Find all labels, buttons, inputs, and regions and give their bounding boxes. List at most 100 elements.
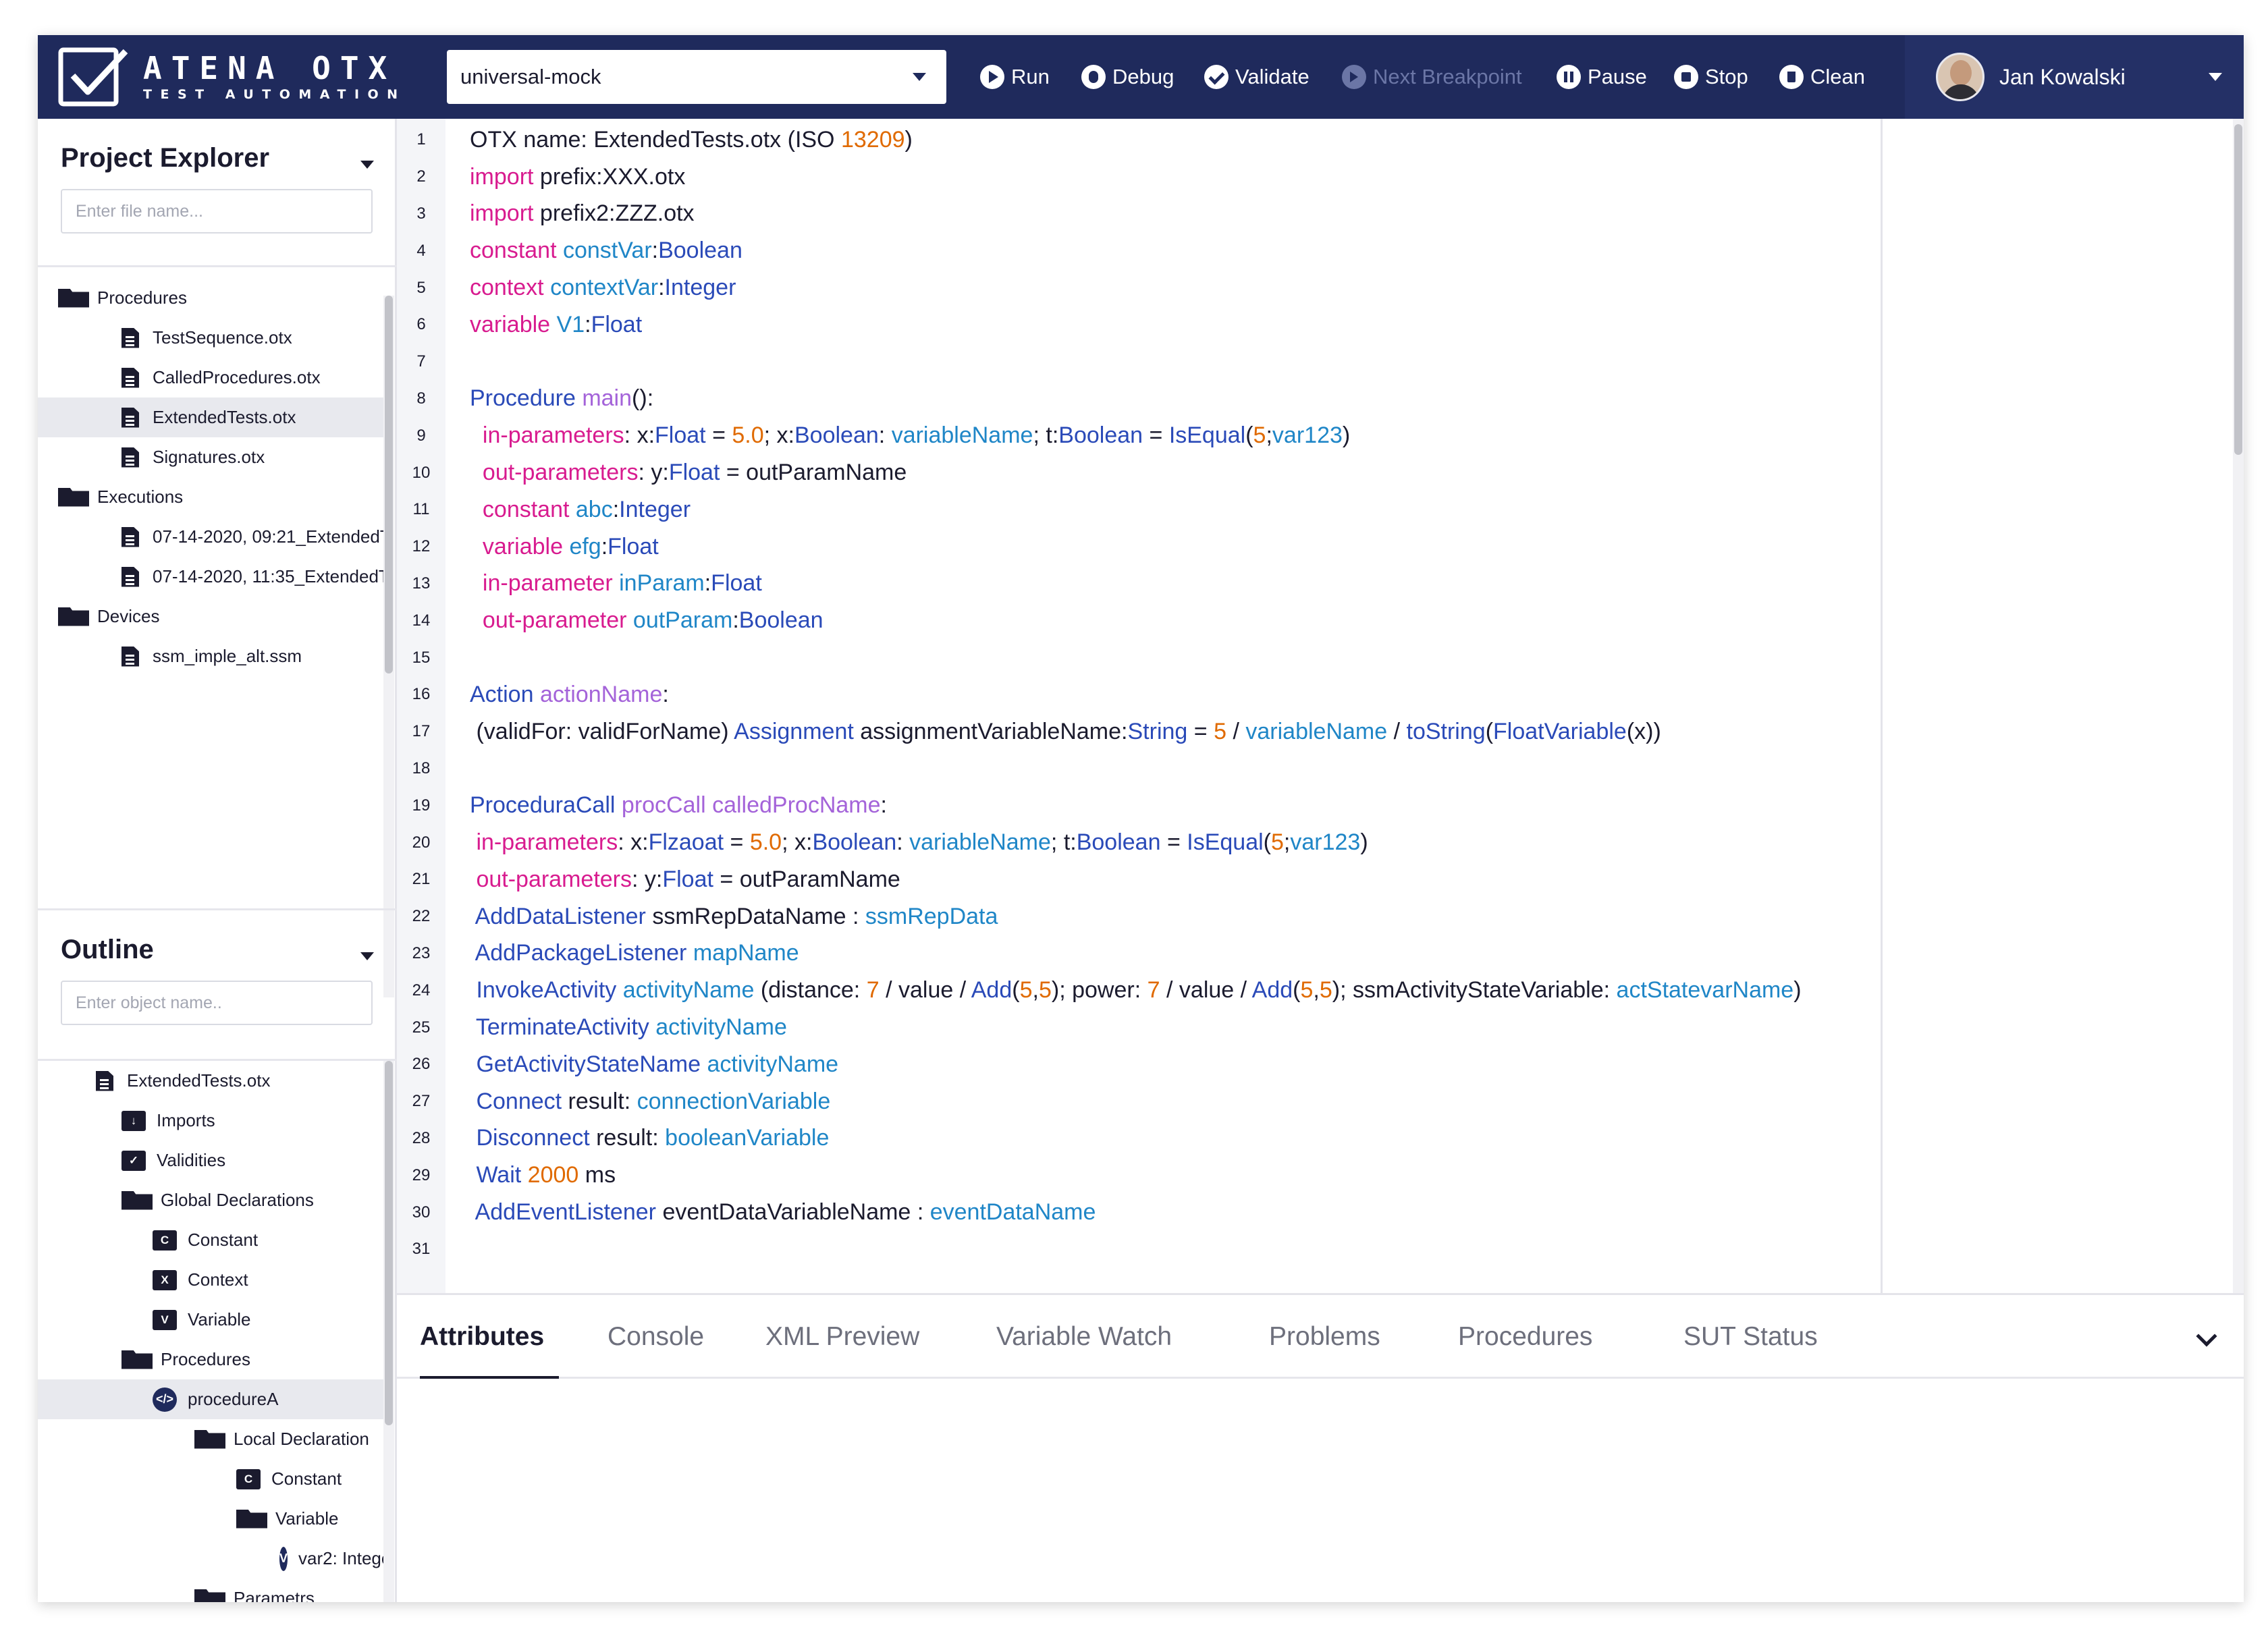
code-line[interactable]: 19 ProceduraCall procCall calledProcName: [397,787,1881,824]
folder-open-icon [122,1190,153,1210]
code-line[interactable]: 11 constant abc:Integer [397,491,1881,528]
code-line[interactable]: 14 out-parameter outParam:Boolean [397,602,1881,639]
next-breakpoint-button[interactable]: Next Breakpoint [1342,50,1522,104]
code-line[interactable]: 29 Wait 2000 ms [397,1157,1881,1194]
code-line[interactable]: 7 [397,344,1881,381]
editor-scrollbar[interactable] [2233,119,2244,1293]
project-explorer-scrollbar[interactable] [383,296,394,997]
line-number: 28 [412,1128,431,1147]
code-line[interactable]: 16 Action actionName: [397,676,1881,713]
code-line[interactable]: 18 [397,750,1881,788]
tree-item[interactable]: </> procedureA [38,1379,383,1419]
clean-button[interactable]: Clean [1779,50,1865,104]
validate-label: Validate [1235,65,1310,88]
tree-item[interactable]: Devices [38,597,383,636]
tree-item[interactable]: Vvar2: Integer [38,1539,383,1578]
chevron-down-icon[interactable] [360,161,374,169]
tree-item-label: Local Declaration [234,1429,369,1449]
tab-problems[interactable]: Problems [1269,1295,1380,1379]
line-number: 24 [412,981,431,999]
code-line[interactable]: 20 in-parameters: x:Flzaoat = 5.0; x:Boo… [397,824,1881,861]
tree-item[interactable]: CalledProcedures.otx [38,358,383,397]
code-line[interactable]: 3 import prefix2:ZZZ.otx [397,196,1881,233]
tree-item[interactable]: C Constant [38,1459,383,1499]
tree-item[interactable]: V Variable [38,1300,383,1340]
scrollbar-thumb[interactable] [385,1061,393,1425]
code-line[interactable]: 21 out-parameters: y:Float = outParamNam… [397,861,1881,898]
tab-sut-status[interactable]: SUT Status [1683,1295,1818,1379]
code-line[interactable]: 30 AddEventListener eventDataVariableNam… [397,1194,1881,1231]
tab-variable-watch[interactable]: Variable Watch [996,1295,1172,1379]
bug-icon [1081,65,1106,89]
outline-scrollbar[interactable] [383,1061,394,1602]
pause-button[interactable]: Pause [1557,50,1647,104]
code-text: in-parameter inParam:Float [482,570,762,597]
chevron-down-icon[interactable] [360,952,374,960]
code-line[interactable]: 25 TerminateActivity activityName [397,1009,1881,1046]
code-line[interactable]: 10 out-parameters: y:Float = outParamNam… [397,454,1881,491]
logo-title: ATENA OTX [143,50,397,86]
tab-xml-preview[interactable]: XML Preview [765,1295,919,1379]
tree-item[interactable]: Procedures [38,278,383,318]
code-line[interactable]: 15 [397,639,1881,676]
tree-item[interactable]: 07-14-2020, 11:35_ExtendedTes [38,557,383,597]
folder-open-icon [58,487,89,507]
user-menu[interactable]: Jan Kowalski [1905,35,2244,119]
code-line[interactable]: 2 import prefix:XXX.otx [397,159,1881,196]
folder-open-icon [194,1429,225,1449]
tree-item[interactable]: TestSequence.otx [38,318,383,358]
tree-item[interactable]: ssm_imple_alt.ssm [38,636,383,676]
code-text: out-parameter outParam:Boolean [482,607,824,634]
tree-item[interactable]: Parametrs [38,1578,383,1602]
file-icon [122,367,139,388]
scrollbar-thumb[interactable] [2234,124,2242,455]
code-line[interactable]: 31 [397,1231,1881,1268]
bottom-panel: Attributes Console XML Preview Variable Wat… [397,1293,2244,1602]
tree-item[interactable]: ↓ Imports [38,1101,383,1141]
code-line[interactable]: 8 Procedure main(): [397,381,1881,418]
tree-item[interactable]: ✓ Validities [38,1141,383,1180]
code-line[interactable]: 24 InvokeActivity activityName (distance… [397,972,1881,1009]
tree-item[interactable]: 07-14-2020, 09:21_ExtendedTes [38,517,383,557]
debug-button[interactable]: Debug [1081,50,1174,104]
code-line[interactable]: 6 variable V1:Float [397,306,1881,344]
tree-item[interactable]: ExtendedTests.otx [38,1061,383,1101]
tree-item[interactable]: Signatures.otx [38,437,383,477]
code-line[interactable]: 1 OTX name: ExtendedTests.otx (ISO 13209) [397,121,1881,159]
code-line[interactable]: 27 Connect result: connectionVariable [397,1083,1881,1120]
tab-attributes[interactable]: Attributes [420,1295,544,1379]
code-line[interactable]: 17 (validFor: validForName) Assignment a… [397,713,1881,750]
tab-procedures[interactable]: Procedures [1458,1295,1592,1379]
tree-item[interactable]: Procedures [38,1340,383,1379]
tree-item[interactable]: C Constant [38,1220,383,1260]
tree-item[interactable]: X Context [38,1260,383,1300]
tree-item[interactable]: ExtendedTests.otx [38,397,383,437]
code-line[interactable]: 9 in-parameters: x:Float = 5.0; x:Boolea… [397,417,1881,454]
code-editor[interactable]: 1 OTX name: ExtendedTests.otx (ISO 13209)… [397,119,1881,1293]
code-line[interactable]: 4 constant constVar:Boolean [397,232,1881,269]
bottom-tabs: Attributes Console XML Preview Variable Wat… [397,1295,2244,1379]
debug-label: Debug [1112,65,1174,88]
object-search-input[interactable]: Enter object name.. [61,981,373,1025]
scrollbar-thumb[interactable] [385,296,393,674]
code-line[interactable]: 26 GetActivityStateName activityName [397,1046,1881,1083]
tree-item[interactable]: Global Declarations [38,1180,383,1220]
tree-item[interactable]: Local Declaration [38,1419,383,1459]
code-line[interactable]: 13 in-parameter inParam:Float [397,566,1881,603]
tree-item[interactable]: Executions [38,477,383,517]
profile-select[interactable]: universal-mock [447,50,946,104]
file-icon [122,566,139,587]
code-line[interactable]: 5 context contextVar:Integer [397,269,1881,306]
stop-button[interactable]: Stop [1674,50,1748,104]
file-search-input[interactable]: Enter file name... [61,189,373,234]
code-line[interactable]: 28 Disconnect result: booleanVariable [397,1120,1881,1157]
code-line[interactable]: 22 AddDataListener ssmRepDataName : ssmR… [397,898,1881,935]
tree-item-label: ssm_imple_alt.ssm [153,646,302,666]
validate-button[interactable]: Validate [1204,50,1310,104]
run-button[interactable]: Run [980,50,1050,104]
tab-console[interactable]: Console [608,1295,704,1379]
code-line[interactable]: 23 AddPackageListener mapName [397,935,1881,972]
chevron-down-icon[interactable] [2196,1325,2217,1347]
code-line[interactable]: 12 variable efg:Float [397,528,1881,566]
tree-item[interactable]: Variable [38,1499,383,1539]
